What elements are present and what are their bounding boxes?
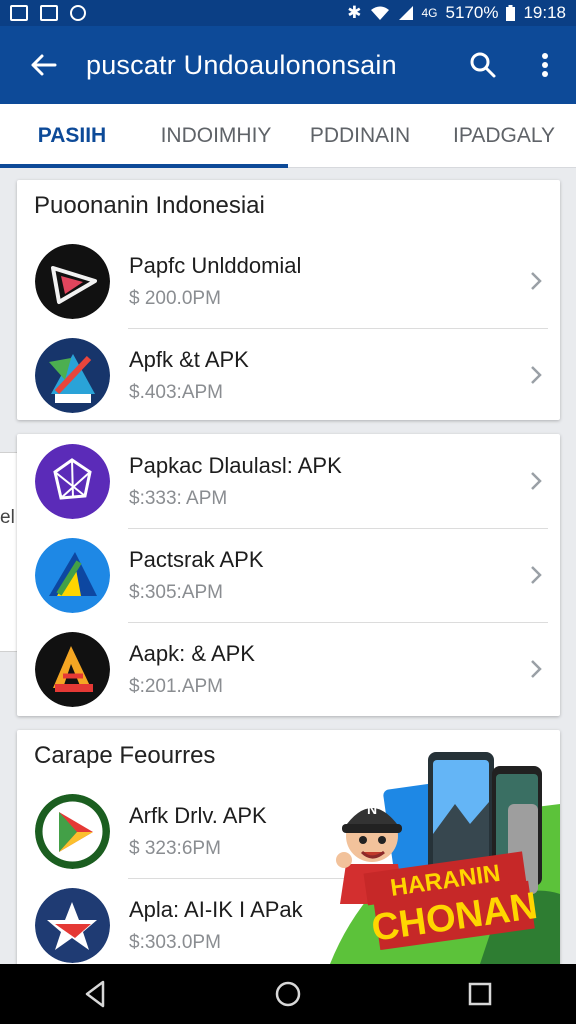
star-badge-icon	[35, 887, 110, 963]
rocket-badge-icon	[35, 337, 110, 413]
app-meta: $.403:APM	[129, 381, 223, 403]
more-vertical-icon	[542, 53, 548, 77]
chevron-right-icon	[531, 566, 542, 584]
chevron-right-icon	[531, 660, 542, 678]
gem-icon	[35, 443, 110, 519]
app-name: Papkac Dlaulasl: APK	[129, 452, 342, 478]
app-meta: $:333: APM	[129, 487, 228, 509]
search-icon	[470, 52, 496, 78]
system-navigation-bar	[0, 964, 576, 1024]
triangle-logo-icon	[35, 537, 110, 613]
page-title: puscatr Undoaulononsain	[86, 49, 397, 80]
battery-icon	[506, 5, 516, 21]
nav-recents-button[interactable]	[465, 979, 495, 1009]
list-item[interactable]: Aapk: & APK $:201.APM	[17, 622, 560, 716]
app-name: Arfk Drlv. APK	[129, 802, 267, 828]
nav-back-button[interactable]	[81, 979, 111, 1009]
app-name: Aapk: & APK	[129, 640, 255, 666]
back-button[interactable]	[0, 26, 86, 104]
tab-1[interactable]: INDOIMHIY	[144, 104, 288, 167]
tab-3[interactable]: IPADGALY	[432, 104, 576, 167]
promo-banner[interactable]: N HARANIN CHONAN	[330, 744, 560, 964]
list-item[interactable]: Apfk &t APK $.403:APM	[17, 328, 560, 420]
network-type: 4G	[421, 6, 438, 20]
list-item[interactable]: Pactsrak APK $:305:APM	[17, 528, 560, 622]
tab-0[interactable]: PASIIH	[0, 104, 144, 167]
wifi-icon	[370, 6, 389, 20]
app-name: Papfc Unlddomial	[129, 252, 302, 278]
fragment-text: el	[0, 507, 15, 528]
list-item[interactable]: Papfc Unlddomial $ 200.0PM	[17, 234, 560, 328]
chevron-right-icon	[531, 472, 542, 490]
app-meta: $:303.0PM	[129, 931, 221, 953]
app-meta: $:305:APM	[129, 581, 223, 603]
list-item[interactable]: Papkac Dlaulasl: APK $:333: APM	[17, 434, 560, 528]
tab-2[interactable]: PDDINAIN	[288, 104, 432, 167]
status-bar: ✱ 4G 5170% 19:18	[0, 0, 576, 26]
arrow-left-icon	[31, 54, 57, 76]
section-card: Puoonanin Indonesiai Papfc Unlddomial $ …	[17, 180, 560, 420]
gallery-icon	[10, 5, 28, 21]
app-meta: $ 323:6PM	[129, 837, 221, 859]
chevron-right-icon	[531, 366, 542, 384]
cap-letter: N	[367, 801, 377, 817]
bluetooth-icon: ✱	[347, 3, 362, 22]
app-name: Apfk &t APK	[129, 346, 249, 372]
section-title: Puoonanin Indonesiai	[34, 192, 265, 219]
overflow-menu-button[interactable]	[514, 26, 576, 104]
section-card: Papkac Dlaulasl: APK $:333: APM Pactsrak…	[17, 434, 560, 716]
clock: 19:18	[523, 3, 566, 22]
tab-bar: PASIIH INDOIMHIY PDDINAIN IPADGALY	[0, 104, 576, 168]
app-meta: $:201.APM	[129, 675, 223, 697]
battery-percent: 5170%	[445, 3, 499, 22]
nav-home-button[interactable]	[273, 979, 303, 1009]
sync-icon	[70, 5, 86, 21]
play-store-icon	[35, 793, 110, 869]
app-name: Apla: AI-IK I APak	[129, 896, 303, 922]
play-arrow-icon	[35, 243, 110, 319]
app-name: Pactsrak APK	[129, 546, 264, 572]
chevron-right-icon	[531, 272, 542, 290]
app-bar: puscatr Undoaulononsain	[0, 26, 576, 104]
signal-icon	[398, 6, 413, 20]
image-icon	[40, 5, 58, 21]
letter-a-icon	[35, 631, 110, 707]
search-button[interactable]	[452, 26, 514, 104]
active-tab-indicator	[0, 164, 288, 168]
app-meta: $ 200.0PM	[129, 287, 221, 309]
